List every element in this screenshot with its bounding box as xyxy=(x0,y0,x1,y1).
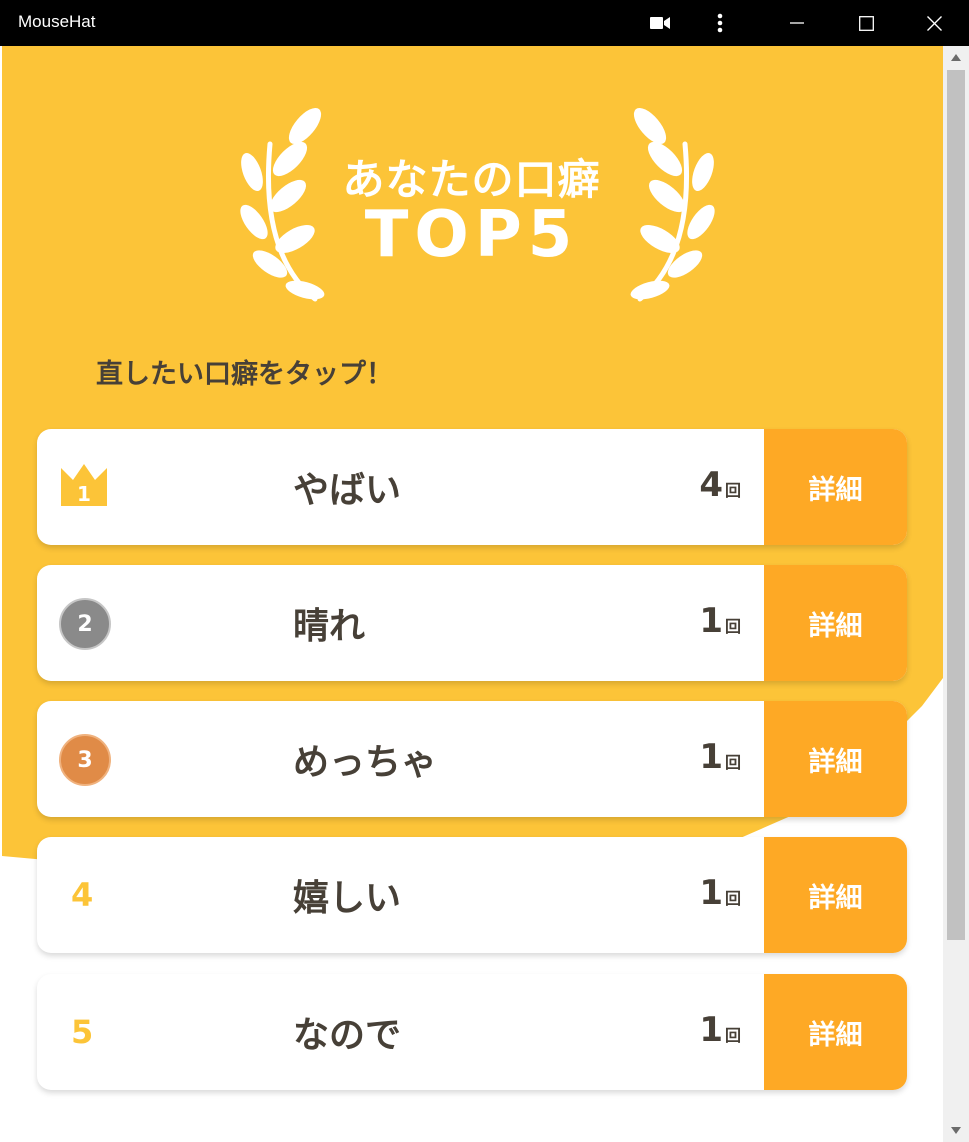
window-title: MouseHat xyxy=(18,12,96,31)
count-unit: 回 xyxy=(724,1026,741,1045)
rank-5-badge: 5 xyxy=(59,1007,111,1057)
count-value: 1 xyxy=(699,737,723,777)
rank-2-badge: 2 xyxy=(59,598,111,650)
vertical-scrollbar[interactable] xyxy=(943,46,969,1142)
count-text: 4回 xyxy=(699,465,741,505)
count-unit: 回 xyxy=(724,889,741,908)
maximize-icon[interactable] xyxy=(836,0,896,46)
count-text: 1回 xyxy=(699,1010,741,1050)
count-text: 1回 xyxy=(699,873,741,913)
rank-number: 5 xyxy=(71,1013,94,1051)
rank-number: 3 xyxy=(59,734,111,786)
more-vert-icon[interactable] xyxy=(690,0,750,46)
detail-button[interactable]: 詳細 xyxy=(764,565,907,681)
ranking-card-4[interactable]: 4 嬉しい 1回 詳細 xyxy=(37,837,907,953)
detail-button[interactable]: 詳細 xyxy=(764,974,907,1090)
rank-3-badge: 3 xyxy=(59,734,111,786)
crown-rank-1-icon: 1 xyxy=(59,462,111,512)
rank-4-badge: 4 xyxy=(59,870,111,920)
detail-button[interactable]: 詳細 xyxy=(764,701,907,817)
count-text: 1回 xyxy=(699,601,741,641)
scrollbar-thumb[interactable] xyxy=(947,70,965,940)
ranking-card-1[interactable]: 1 やばい 4回 詳細 xyxy=(37,429,907,545)
scroll-down-arrow-icon[interactable] xyxy=(951,1127,961,1134)
count-unit: 回 xyxy=(724,481,741,500)
video-camera-icon[interactable] xyxy=(630,0,690,46)
rank-number: 2 xyxy=(59,598,111,650)
svg-text:1: 1 xyxy=(77,482,91,506)
app-content: あなたの口癖 TOP5 直したい口癖をタップ！ 1 やばい 4回 詳細 2 晴れ… xyxy=(0,46,943,1142)
phrase-text: なので xyxy=(293,1015,402,1056)
window-titlebar: MouseHat xyxy=(0,0,969,46)
count-value: 1 xyxy=(699,873,723,913)
phrase-text: めっちゃ xyxy=(293,742,438,783)
detail-button[interactable]: 詳細 xyxy=(764,837,907,953)
phrase-text: 晴れ xyxy=(293,606,366,647)
minimize-icon[interactable] xyxy=(767,0,827,46)
ranking-card-2[interactable]: 2 晴れ 1回 詳細 xyxy=(37,565,907,681)
scroll-up-arrow-icon[interactable] xyxy=(951,54,961,61)
rank-number: 4 xyxy=(71,876,94,914)
phrase-text: やばい xyxy=(293,470,402,511)
count-unit: 回 xyxy=(724,617,741,636)
count-value: 1 xyxy=(699,1010,723,1050)
detail-button[interactable]: 詳細 xyxy=(764,429,907,545)
instruction-text: 直したい口癖をタップ！ xyxy=(96,359,393,390)
close-icon[interactable] xyxy=(904,0,964,46)
ranking-card-5[interactable]: 5 なので 1回 詳細 xyxy=(37,974,907,1090)
count-unit: 回 xyxy=(724,753,741,772)
count-value: 1 xyxy=(699,601,723,641)
ranking-card-3[interactable]: 3 めっちゃ 1回 詳細 xyxy=(37,701,907,817)
count-value: 4 xyxy=(699,465,723,505)
count-text: 1回 xyxy=(699,737,741,777)
hero-title-top5: TOP5 xyxy=(364,198,579,272)
phrase-text: 嬉しい xyxy=(293,878,402,919)
